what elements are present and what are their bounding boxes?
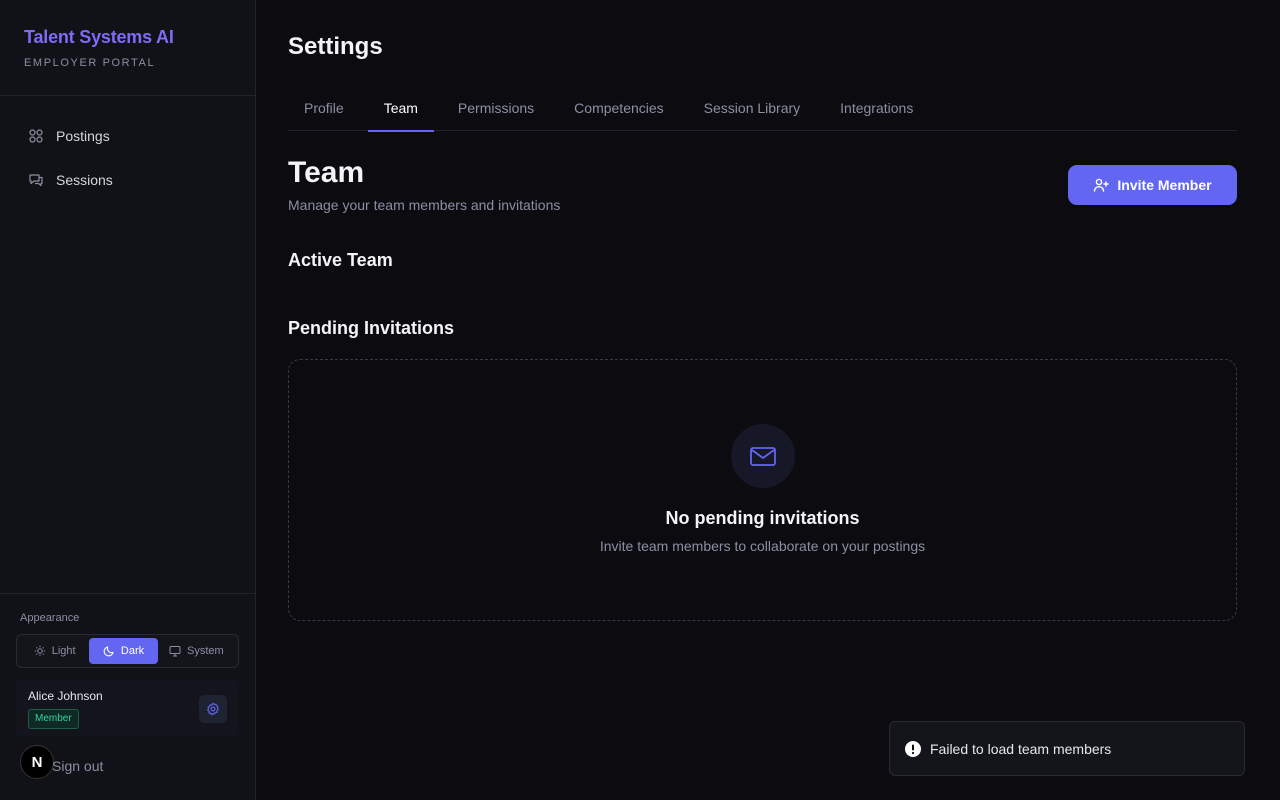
sidebar-footer: Appearance Light Dark System Alice Johns… [0, 593, 255, 800]
theme-option-label: Light [51, 645, 76, 657]
theme-switch: Light Dark System [16, 634, 239, 668]
theme-option-light[interactable]: Light [20, 638, 89, 664]
sidebar: Talent Systems AI EMPLOYER PORTAL Postin… [0, 0, 256, 800]
sidebar-item-label: Sessions [56, 172, 113, 188]
grid-icon [28, 128, 44, 144]
sidebar-item-label: Postings [56, 128, 110, 144]
brand-title[interactable]: Talent Systems AI [24, 27, 231, 48]
brand: Talent Systems AI EMPLOYER PORTAL [0, 0, 255, 96]
appearance-label: Appearance [20, 612, 80, 624]
settings-tabs: Profile Team Permissions Competencies Se… [288, 88, 1237, 132]
main-content: Settings Profile Team Permissions Compet… [288, 0, 1237, 800]
tab-integrations[interactable]: Integrations [824, 88, 929, 131]
sign-out-link[interactable]: Sign out [52, 758, 103, 774]
tab-permissions[interactable]: Permissions [442, 88, 550, 131]
section-title: Team [288, 156, 365, 189]
tab-team[interactable]: Team [367, 88, 435, 132]
error-toast: Failed to load team members [889, 721, 1245, 776]
next-badge[interactable]: N [20, 745, 54, 779]
monitor-icon [169, 646, 181, 657]
section-subtitle: Manage your team members and invitations [288, 197, 561, 213]
brand-subtitle: EMPLOYER PORTAL [24, 57, 156, 69]
tab-competencies[interactable]: Competencies [558, 88, 680, 131]
tab-session-library[interactable]: Session Library [688, 88, 817, 131]
invite-member-label: Invite Member [1117, 177, 1212, 193]
theme-option-label: System [187, 645, 224, 657]
user-plus-icon [1094, 178, 1110, 192]
toast-message: Failed to load team members [930, 740, 1112, 757]
user-card: Alice Johnson Member [16, 680, 239, 736]
role-badge: Member [28, 709, 79, 729]
invite-member-button[interactable]: Invite Member [1068, 165, 1237, 205]
user-name: Alice Johnson [28, 689, 103, 703]
empty-state-subtitle: Invite team members to collaborate on yo… [599, 538, 926, 554]
theme-option-label: Dark [120, 645, 145, 657]
empty-state: No pending invitations Invite team membe… [288, 359, 1237, 621]
active-team-heading: Active Team [288, 250, 393, 270]
sidebar-item-sessions[interactable]: Sessions [0, 160, 255, 200]
gear-icon [207, 702, 219, 716]
app-root: Talent Systems AI EMPLOYER PORTAL Postin… [0, 0, 1280, 800]
page-title: Settings [288, 33, 383, 60]
moon-icon [103, 646, 114, 657]
theme-option-dark[interactable]: Dark [89, 638, 158, 664]
theme-option-system[interactable]: System [158, 638, 235, 664]
alert-icon [905, 740, 921, 757]
mail-icon [730, 424, 795, 488]
tab-profile[interactable]: Profile [288, 88, 360, 131]
user-settings-button[interactable] [199, 695, 227, 723]
sidebar-item-postings[interactable]: Postings [0, 116, 255, 156]
pending-invitations-heading: Pending Invitations [288, 318, 455, 338]
sidebar-nav: Postings Sessions [0, 96, 255, 200]
sun-icon [34, 645, 45, 657]
empty-state-title: No pending invitations [665, 508, 860, 528]
chat-icon [28, 172, 44, 188]
